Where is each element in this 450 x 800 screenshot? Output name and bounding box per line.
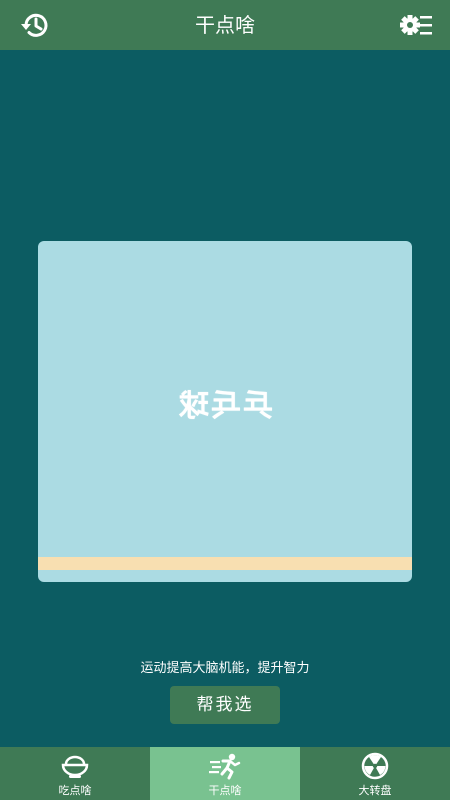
screen: 干点啥 乒乓球 运动提高大脑机能，提升智力 帮我选 吃点啥 干点啥 大转盘 <box>0 0 450 800</box>
nav-label-eat: 吃点啥 <box>58 784 92 797</box>
settings-button[interactable] <box>398 9 434 41</box>
running-person-icon <box>209 753 241 780</box>
nav-label-wheel: 大转盘 <box>358 784 392 797</box>
page-title: 干点啥 <box>195 13 255 37</box>
settings-menu-icon <box>400 15 432 35</box>
activity-description: 运动提高大脑机能，提升智力 <box>140 661 310 676</box>
wheel-icon <box>361 752 389 780</box>
card-bottom-strip <box>38 557 412 570</box>
bottom-navigation: 吃点啥 干点啥 大转盘 <box>0 747 450 800</box>
result-text: 乒乓球 <box>177 389 273 424</box>
nav-item-do[interactable]: 干点啥 <box>150 747 300 800</box>
food-bowl-icon <box>61 755 89 778</box>
nav-label-do: 干点啥 <box>208 784 242 797</box>
help-me-choose-button[interactable]: 帮我选 <box>170 686 280 724</box>
nav-item-wheel[interactable]: 大转盘 <box>300 747 450 800</box>
top-app-bar: 干点啥 <box>0 0 450 50</box>
result-card: 乒乓球 <box>38 241 412 582</box>
nav-item-eat[interactable]: 吃点啥 <box>0 747 150 800</box>
